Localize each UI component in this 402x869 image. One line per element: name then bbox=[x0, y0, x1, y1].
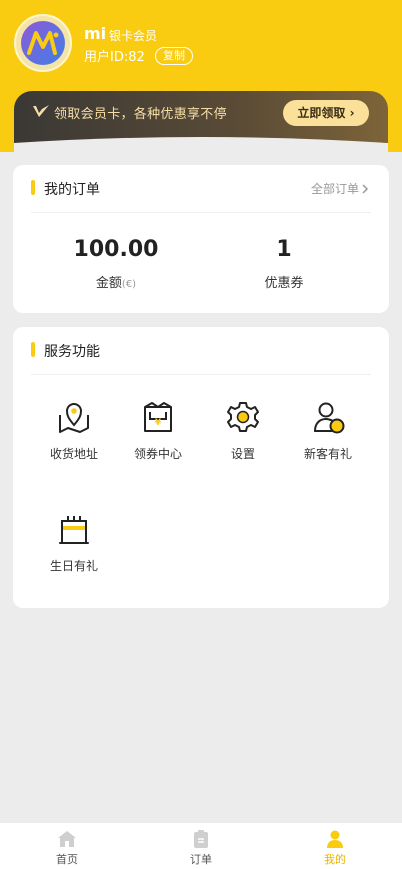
coupon-value: 1 bbox=[276, 237, 292, 262]
svg-text:¥: ¥ bbox=[155, 418, 162, 428]
banner-wave bbox=[14, 137, 388, 152]
chevron-right-icon: › bbox=[349, 106, 355, 120]
all-orders-link[interactable]: 全部订单 bbox=[311, 180, 369, 197]
divider bbox=[31, 374, 371, 375]
tab-mine[interactable]: 我的 bbox=[268, 823, 402, 869]
service-settings[interactable]: 设置 bbox=[203, 399, 283, 462]
tab-label: 我的 bbox=[324, 853, 346, 866]
mi-logo-avatar-icon bbox=[16, 16, 70, 70]
coupon-center-icon: ¥ bbox=[144, 402, 172, 432]
vip-banner-text: 领取会员卡，各种优惠享不停 bbox=[54, 107, 227, 122]
home-icon bbox=[58, 831, 76, 847]
amount-label-text: 金额 bbox=[95, 276, 122, 291]
coupon-label: 优惠券 bbox=[264, 276, 304, 291]
user-id: 用户ID:82 bbox=[84, 50, 145, 65]
chevron-right-icon bbox=[362, 183, 369, 194]
birthday-cake-icon bbox=[59, 516, 89, 544]
order-icon bbox=[194, 830, 208, 848]
tab-home[interactable]: 首页 bbox=[0, 823, 134, 869]
amount-value: 100.00 bbox=[73, 237, 159, 262]
service-label: 收货地址 bbox=[49, 447, 98, 461]
new-customer-icon bbox=[314, 402, 345, 434]
tab-label: 首页 bbox=[56, 853, 78, 866]
title-accent-bar bbox=[31, 180, 35, 195]
amount-stat[interactable]: 100.00 金额(€) bbox=[41, 237, 191, 291]
divider bbox=[31, 212, 371, 213]
amount-unit: (€) bbox=[121, 279, 137, 290]
vip-card-banner[interactable]: 领取会员卡，各种优惠享不停 立即领取 › bbox=[14, 91, 388, 152]
member-level: 银卡会员 bbox=[109, 29, 158, 43]
bottom-tab-bar: 首页 订单 我的 bbox=[0, 822, 402, 869]
all-orders-label: 全部订单 bbox=[310, 182, 359, 196]
vip-v-icon bbox=[33, 105, 49, 117]
claim-vip-button[interactable]: 立即领取 › bbox=[283, 100, 369, 126]
service-birthday[interactable]: 生日有礼 bbox=[34, 511, 114, 574]
copy-id-button[interactable]: 复制 bbox=[155, 47, 193, 65]
user-name: mi bbox=[84, 24, 107, 43]
title-accent-bar bbox=[31, 342, 35, 357]
service-label: 领券中心 bbox=[133, 447, 182, 461]
amount-label: 金额(€) bbox=[41, 272, 191, 291]
orders-title: 我的订单 bbox=[44, 182, 100, 198]
service-label: 设置 bbox=[230, 447, 255, 461]
user-icon bbox=[327, 830, 343, 848]
avatar[interactable] bbox=[14, 14, 72, 72]
service-address[interactable]: 收货地址 bbox=[34, 399, 114, 462]
map-location-icon bbox=[59, 403, 89, 433]
service-new-customer[interactable]: 新客有礼 bbox=[288, 399, 368, 462]
gear-icon bbox=[227, 402, 259, 432]
claim-vip-label: 立即领取 bbox=[297, 106, 346, 120]
service-coupons[interactable]: ¥ 领券中心 bbox=[118, 399, 198, 462]
tab-label: 订单 bbox=[190, 853, 212, 866]
profile-header: mi 银卡会员 用户ID:82 复制 领取会员卡，各种优惠享不停 立即领取 › bbox=[0, 0, 402, 152]
service-label: 生日有礼 bbox=[49, 559, 98, 573]
tab-orders[interactable]: 订单 bbox=[134, 823, 268, 869]
services-title: 服务功能 bbox=[44, 344, 100, 360]
service-label: 新客有礼 bbox=[303, 447, 352, 461]
orders-panel: 我的订单 全部订单 100.00 金额(€) 1 优惠券 bbox=[13, 165, 389, 313]
services-panel: 服务功能 收货地址 ¥ 领券中心 设置 新客有礼 生日有礼 bbox=[13, 327, 389, 608]
coupon-stat[interactable]: 1 优惠券 bbox=[209, 237, 359, 291]
